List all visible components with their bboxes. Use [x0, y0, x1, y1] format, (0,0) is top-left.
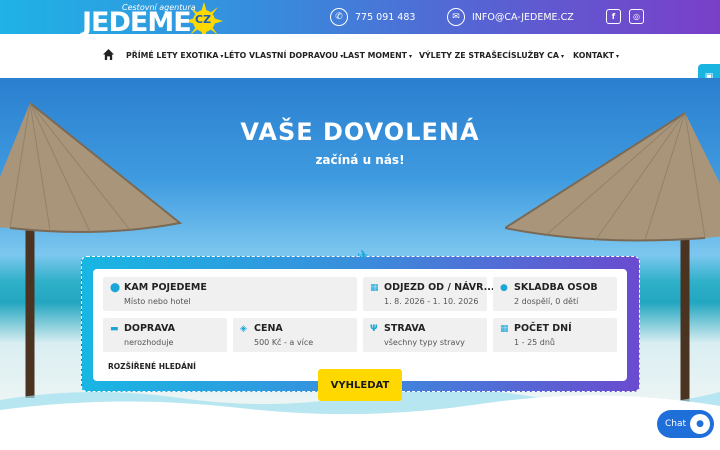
logo-tld: CZ	[195, 13, 212, 26]
price-field[interactable]: ◈ CENA 500 Kč - a více	[233, 318, 357, 352]
nav-item-vylety[interactable]: VÝLETY ZE STRAŠECÍ	[419, 51, 511, 60]
airplane-icon: ✈	[357, 248, 369, 264]
hero-title: VAŠE DOVOLENÁ	[240, 118, 480, 146]
facebook-icon[interactable]: f	[606, 9, 621, 24]
chat-button[interactable]: Chat ●	[657, 410, 714, 438]
mail-icon: ✉	[447, 8, 465, 26]
hero-subtitle: začíná u nás!	[315, 153, 405, 167]
phone-number: 775 091 483	[355, 11, 416, 23]
search-button[interactable]: VYHLEDAT	[318, 369, 402, 401]
nav-item-last-moment[interactable]: LAST MOMENT ▾	[343, 51, 412, 60]
money-icon: ◈	[240, 324, 247, 334]
person-icon: ●	[500, 283, 508, 293]
phone-icon: ✆	[330, 8, 348, 26]
nav-item-prime-lety[interactable]: PŘÍMÉ LETY EXOTIKA ▾	[126, 51, 223, 60]
travelers-field[interactable]: ● SKLADBA OSOB 2 dospělí, 0 dětí	[493, 277, 617, 311]
email-address: INFO@CA-JEDEME.CZ	[472, 11, 574, 23]
caret-down-icon: ▾	[615, 53, 619, 60]
home-icon[interactable]	[103, 49, 114, 60]
email-link[interactable]: ✉ INFO@CA-JEDEME.CZ	[447, 8, 574, 26]
chat-bubble-icon: ●	[690, 414, 710, 434]
nav-item-kontakt[interactable]: KONTAKT ▾	[573, 51, 619, 60]
chat-label: Chat	[665, 419, 687, 429]
caret-down-icon: ▾	[408, 53, 412, 60]
cutlery-icon: Ψ	[370, 324, 378, 334]
meals-field[interactable]: Ψ STRAVA všechny typy stravy	[363, 318, 487, 352]
date-range-field[interactable]: ▦ ODJEZD OD / NÁVR... 1. 8. 2026 - 1. 10…	[363, 277, 494, 311]
top-bar: Cestovní agentura JEDEME CZ ✆ 775 091 48…	[0, 0, 720, 40]
calendar-icon: ▦	[370, 283, 379, 293]
phone-link[interactable]: ✆ 775 091 483	[330, 8, 415, 26]
nav-item-sluzby[interactable]: SLUŽBY CA ▾	[511, 51, 564, 60]
calendar-days-icon: ▦	[500, 324, 509, 334]
map-pin-icon: ⬤	[110, 283, 121, 293]
car-icon: ▬	[110, 324, 119, 334]
nav-item-leto-vlastni[interactable]: LÉTO VLASTNÍ DOPRAVOU ▾	[224, 51, 343, 60]
days-field[interactable]: ▦ POČET DNÍ 1 - 25 dnů	[493, 318, 617, 352]
caret-down-icon: ▾	[560, 53, 564, 60]
caret-down-icon: ▾	[220, 53, 224, 60]
instagram-icon[interactable]: ◎	[629, 9, 644, 24]
destination-field[interactable]: ⬤ KAM POJEDEME Místo nebo hotel	[103, 277, 357, 311]
advanced-search-link[interactable]: ROZŠÍŘENÉ HLEDÁNÍ	[108, 362, 196, 371]
main-nav: PŘÍMÉ LETY EXOTIKA ▾ LÉTO VLASTNÍ DOPRAVO…	[0, 34, 720, 78]
transport-field[interactable]: ▬ DOPRAVA nerozhoduje	[103, 318, 227, 352]
